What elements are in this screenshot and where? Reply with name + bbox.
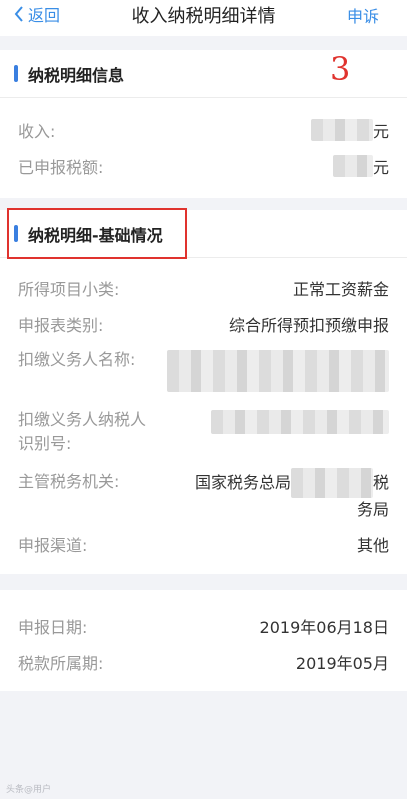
report-date-label: 申报日期: <box>18 618 88 637</box>
tax-authority-row: 主管税务机关: 国家税务总局 税 务局 <box>18 468 389 522</box>
declared-tax-value: 元 <box>332 154 389 178</box>
declared-tax-label: 已申报税额: <box>18 158 104 177</box>
declared-tax-row: 已申报税额: 元 <box>18 154 389 178</box>
appeal-button[interactable]: 申诉 <box>347 3 379 27</box>
tax-period-value: 2019年05月 <box>295 654 389 673</box>
tax-period-label: 税款所属期: <box>18 654 104 673</box>
income-value: 元 <box>310 118 389 142</box>
redacted-income <box>310 119 373 141</box>
report-date-value: 2019年06月18日 <box>259 618 389 637</box>
nav-bar: 返回 收入纳税明细详情 申诉 <box>0 0 407 36</box>
income-label: 收入: <box>18 122 56 141</box>
declared-tax-unit: 元 <box>372 158 389 177</box>
report-channel-label: 申报渠道: <box>18 536 88 555</box>
basic-info-card: 纳税明细-基础情况 所得项目小类: 正常工资薪金 申报表类别: 综合所得预扣预缴… <box>0 210 407 574</box>
report-channel-value: 其他 <box>356 536 389 555</box>
section-marker <box>14 65 18 82</box>
income-subtype-row: 所得项目小类: 正常工资薪金 <box>18 276 389 300</box>
income-subtype-label: 所得项目小类: <box>18 280 120 299</box>
withholder-id-label: 扣缴义务人纳税人识别号: <box>18 410 147 453</box>
withholder-name-label: 扣缴义务人名称: <box>18 350 136 369</box>
tax-period-row: 税款所属期: 2019年05月 <box>18 650 389 674</box>
income-unit: 元 <box>372 122 389 141</box>
income-row: 收入: 元 <box>18 118 389 142</box>
tax-authority-tail: 税 <box>372 473 389 492</box>
section-title: 纳税明细信息 <box>28 65 125 85</box>
withholder-name-value <box>167 348 389 396</box>
withholder-id-value <box>211 408 389 456</box>
date-card: 申报日期: 2019年06月18日 税款所属期: 2019年05月 <box>0 590 407 691</box>
redacted-tax <box>332 155 373 177</box>
report-type-label: 申报表类别: <box>18 316 104 335</box>
watermark: 头条@用户 <box>6 785 52 795</box>
page-title: 收入纳税明细详情 <box>131 6 276 27</box>
tax-authority-value: 国家税务总局 税 务局 <box>195 468 389 522</box>
withholder-name-row: 扣缴义务人名称: <box>18 348 389 396</box>
report-date-row: 申报日期: 2019年06月18日 <box>18 614 389 638</box>
tax-authority-tail2: 务局 <box>356 500 389 519</box>
report-type-row: 申报表类别: 综合所得预扣预缴申报 <box>18 312 389 336</box>
redacted-withholder-id <box>211 410 389 434</box>
report-channel-row: 申报渠道: 其他 <box>18 532 389 556</box>
tax-authority-text: 国家税务总局 <box>194 473 291 492</box>
redacted-withholder-name <box>167 350 389 392</box>
annotation-number: 3 <box>330 50 351 88</box>
withholder-id-row: 扣缴义务人纳税人识别号: <box>18 408 389 456</box>
tax-authority-label: 主管税务机关: <box>18 472 120 491</box>
report-type-value: 综合所得预扣预缴申报 <box>228 316 389 335</box>
highlight-box <box>7 208 187 259</box>
redacted-tax-authority <box>290 468 373 498</box>
income-subtype-value: 正常工资薪金 <box>292 280 389 299</box>
